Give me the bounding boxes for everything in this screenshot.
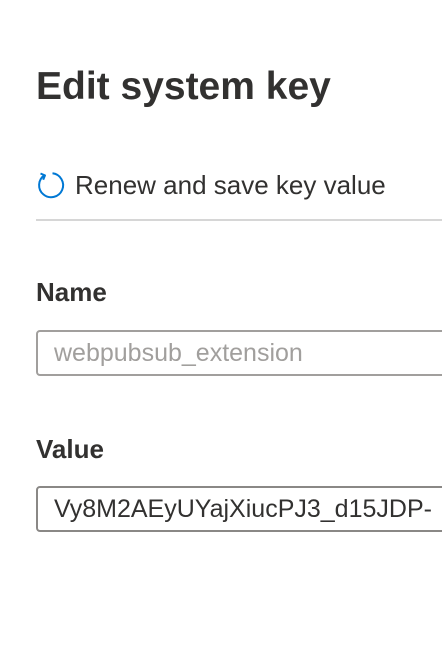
name-field-label: Name	[36, 277, 107, 307]
value-input[interactable]	[38, 488, 442, 530]
value-field-label: Value	[36, 434, 104, 464]
value-field[interactable]	[36, 486, 442, 532]
edit-system-key-panel: Edit system key Renew and save key value…	[0, 0, 442, 664]
panel-title: Edit system key	[36, 65, 331, 108]
renew-and-save-button[interactable]: Renew and save key value	[34, 166, 386, 204]
refresh-icon	[34, 169, 66, 201]
toolbar-divider	[36, 219, 442, 221]
renew-and-save-label: Renew and save key value	[75, 169, 386, 200]
name-field	[36, 330, 442, 376]
name-input	[38, 332, 442, 374]
